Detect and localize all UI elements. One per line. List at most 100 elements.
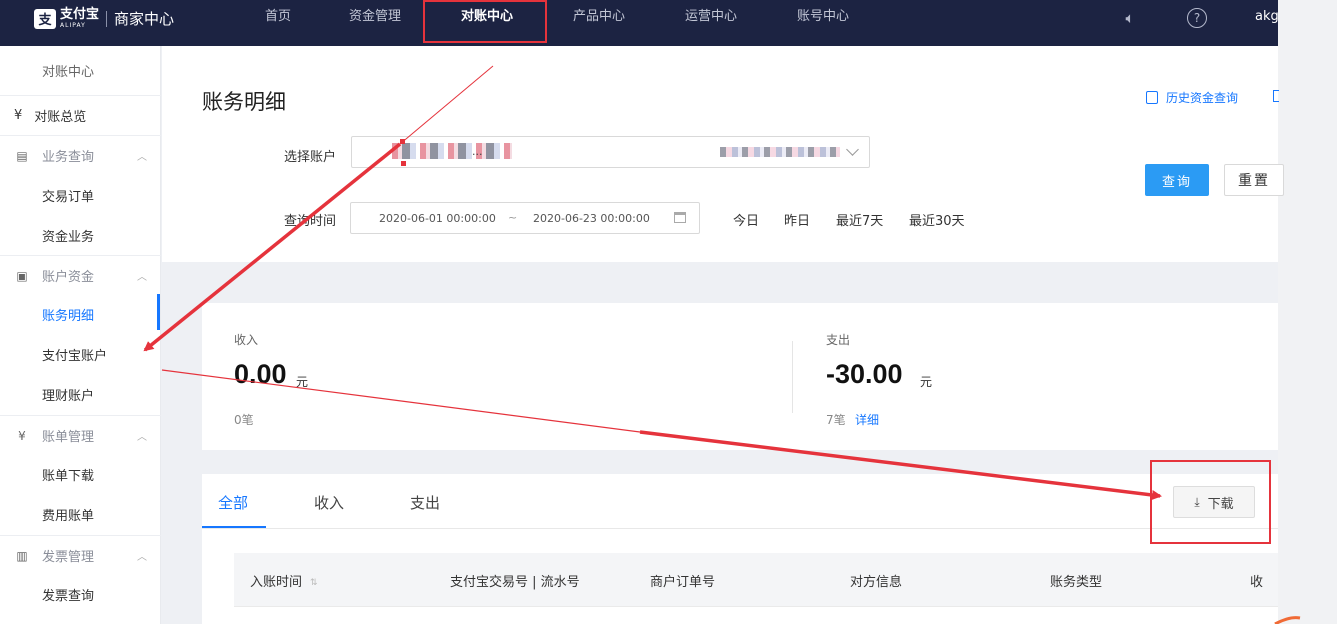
date-start: 2020-06-01 00:00:00 (379, 212, 496, 225)
column-header-trade-no: 支付宝交易号 | 流水号 (450, 575, 580, 590)
annotation-highlight-box (423, 0, 547, 43)
document-search-icon (1146, 91, 1158, 104)
chevron-up-icon: ︿ (137, 552, 147, 563)
redacted-account-email (720, 147, 840, 157)
nav-products[interactable]: 产品中心 (573, 0, 625, 36)
sidebar-group-label: 业务查询 (42, 150, 95, 165)
history-link-label: 历史资金查询 (1166, 91, 1239, 105)
chevron-up-icon: ︿ (137, 152, 147, 163)
sidebar-item-label: 对账总览 (34, 110, 87, 125)
income-unit: 元 (296, 375, 309, 389)
account-select[interactable]: ... (351, 136, 870, 168)
tab-income[interactable]: 收入 (314, 492, 344, 513)
expense-label: 支出 (826, 333, 851, 347)
sidebar-group-business-query[interactable]: ▤ 业务查询 ︿ (0, 135, 161, 175)
help-icon[interactable]: ? (1187, 8, 1207, 28)
sidebar-group-invoice-management[interactable]: ▥ 发票管理 ︿ (0, 535, 161, 575)
date-range-picker[interactable]: 2020-06-01 00:00:00 ~ 2020-06-23 00:00:0… (350, 202, 700, 234)
redacted-account-name (392, 143, 512, 159)
quick-range-today[interactable]: 今日 (733, 210, 759, 229)
nav-home[interactable]: 首页 (265, 0, 291, 36)
column-header-counterparty: 对方信息 (850, 575, 903, 590)
reset-button[interactable]: 重置 (1224, 164, 1284, 196)
logo-text: 支付宝 ALIPAY (60, 7, 100, 30)
chevron-down-icon (846, 143, 859, 156)
chevron-up-icon: ︿ (137, 272, 147, 283)
expense-value: -30.00 (826, 359, 903, 389)
tab-active-underline (202, 526, 266, 528)
invoice-icon: ▥ (16, 548, 28, 563)
sidebar-group-label: 账户资金 (42, 270, 95, 285)
account-label: 选择账户 (284, 150, 337, 165)
nav-account[interactable]: 账号中心 (797, 0, 849, 36)
account-text-fragment: ... (472, 145, 483, 158)
chevron-up-icon: ︿ (137, 432, 147, 443)
quick-range-30days[interactable]: 最近30天 (909, 210, 965, 229)
query-panel: 账务明细 历史资金查询 选择账户 ... 查询时间 2020-06-01 00:… (162, 46, 1284, 262)
quick-range-7days[interactable]: 最近7天 (836, 210, 883, 229)
sort-icon[interactable]: ⇅ (310, 578, 318, 588)
nav-funds[interactable]: 资金管理 (349, 0, 401, 36)
sidebar-item-bill-download[interactable]: 账单下载 (0, 454, 161, 494)
user-name[interactable]: akg (1255, 9, 1279, 24)
query-button[interactable]: 查询 (1145, 164, 1209, 196)
sidebar-item-alipay-account[interactable]: 支付宝账户 (0, 334, 161, 374)
quick-range-yesterday[interactable]: 昨日 (784, 210, 810, 229)
sidebar-item-trade-orders[interactable]: 交易订单 (0, 175, 161, 215)
annotation-marker (401, 161, 406, 166)
sidebar-item-overview[interactable]: ¥ 对账总览 (0, 95, 161, 135)
sidebar-item-wealth-account[interactable]: 理财账户 (0, 374, 161, 414)
speaker-icon[interactable]: 🔈︎ (1120, 8, 1140, 28)
alipay-logo-icon: 支 (34, 8, 56, 29)
column-header-partial: 收 (1250, 575, 1264, 590)
annotation-highlight-box (1150, 460, 1271, 544)
logo-sub: ALIPAY (60, 22, 86, 29)
records-panel: 全部 收入 支出 ⤓ 下载 入账时间 ⇅ 支付宝交易号 | 流水号 商户订单号 对… (202, 460, 1278, 624)
calendar-icon (674, 212, 686, 223)
sidebar: 对账中心 ¥ 对账总览 ▤ 业务查询 ︿ 交易订单 资金业务 ▣ 账户资金 ︿ … (0, 46, 161, 624)
date-separator: ~ (508, 211, 518, 224)
income-count: 0笔 (234, 413, 254, 427)
column-header-account-type: 账务类型 (1050, 575, 1103, 590)
column-header-label: 入账时间 (250, 575, 303, 590)
export-icon[interactable] (1273, 90, 1279, 102)
sidebar-item-fee-bill[interactable]: 费用账单 (0, 494, 161, 534)
income-value: 0.00 (234, 359, 287, 389)
right-gutter (1278, 0, 1337, 624)
summary-divider (792, 341, 793, 413)
sidebar-group-account-funds[interactable]: ▣ 账户资金 ︿ (0, 255, 161, 295)
top-nav-bar: 支 支付宝 ALIPAY 商家中心 首页 资金管理 对账中心 产品中心 运营中心… (0, 0, 1279, 46)
nav-operations[interactable]: 运营中心 (685, 0, 737, 36)
sidebar-item-account-details[interactable]: 账务明细 (0, 294, 161, 334)
table-header: 入账时间 ⇅ 支付宝交易号 | 流水号 商户订单号 对方信息 账务类型 收 (234, 553, 1278, 607)
wallet-icon: ▣ (16, 268, 28, 283)
summary-panel: 收入 0.00 元 0笔 支出 -30.00 元 7笔 详细 (202, 303, 1278, 450)
sidebar-group-bill-management[interactable]: ¥ 账单管理 ︿ (0, 415, 161, 455)
income-label: 收入 (234, 333, 259, 347)
sidebar-item-fund-business[interactable]: 资金业务 (0, 215, 161, 255)
yen-doc-icon: ¥ (14, 108, 23, 123)
sidebar-group-label: 账单管理 (42, 430, 95, 445)
app-title: 商家中心 (114, 10, 175, 28)
tab-expense[interactable]: 支出 (410, 492, 440, 513)
sidebar-heading: 对账中心 (42, 64, 95, 80)
logo-brand: 支付宝 (60, 7, 100, 22)
date-end: 2020-06-23 00:00:00 (533, 212, 650, 225)
expense-count: 7笔 (826, 413, 846, 427)
alipay-logo[interactable]: 支 支付宝 ALIPAY 商家中心 (34, 8, 174, 29)
tab-divider (202, 528, 1278, 529)
time-label: 查询时间 (284, 214, 337, 229)
expense-detail-link[interactable]: 详细 (855, 411, 879, 428)
search-doc-icon: ▤ (16, 148, 28, 163)
sidebar-item-invoice-query[interactable]: 发票查询 (0, 574, 161, 614)
column-header-merchant-order: 商户订单号 (650, 575, 716, 590)
expense-unit: 元 (920, 375, 933, 389)
history-funds-link[interactable]: 历史资金查询 (1146, 89, 1238, 106)
sidebar-active-indicator (157, 294, 160, 330)
tab-all[interactable]: 全部 (218, 492, 248, 513)
yen-doc-icon: ¥ (18, 428, 26, 443)
logo-divider (106, 10, 108, 27)
annotation-marker (400, 139, 405, 144)
column-header-posting-time[interactable]: 入账时间 ⇅ (250, 571, 318, 590)
page-title: 账务明细 (202, 90, 286, 114)
